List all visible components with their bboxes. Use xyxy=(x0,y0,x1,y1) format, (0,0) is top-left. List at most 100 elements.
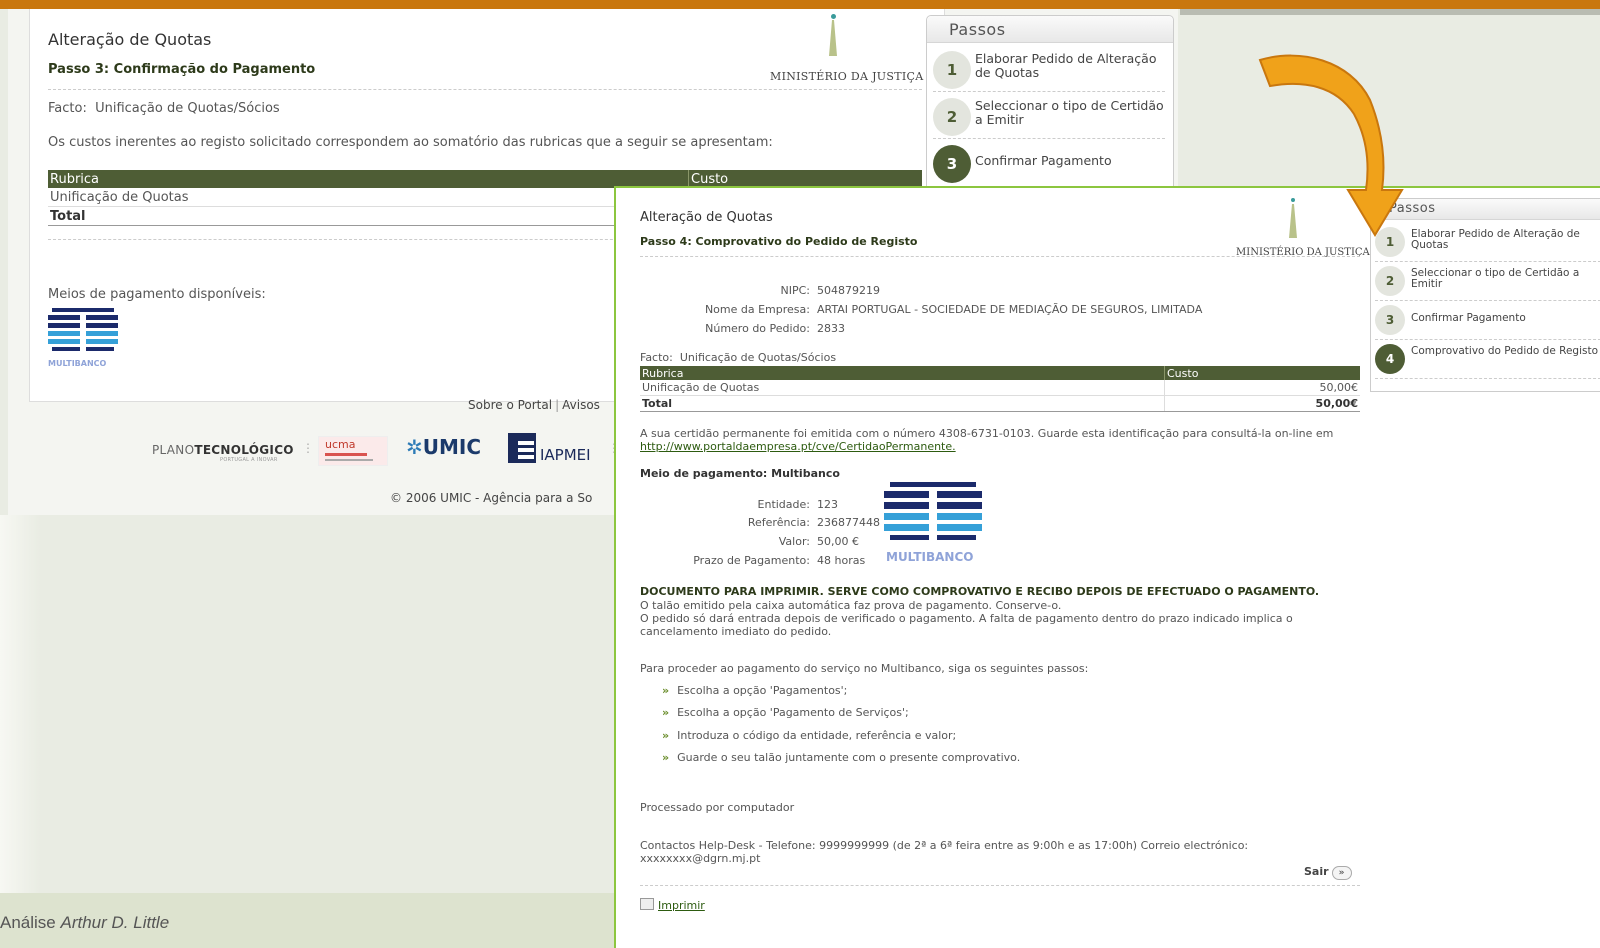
steps-panel-background: Passos 1 Elaborar Pedido de Alteração de… xyxy=(926,15,1174,197)
nipc-label: NIPC: xyxy=(780,284,811,297)
company-row: Nome da Empresa: ARTAI PORTUGAL - SOCIED… xyxy=(640,303,1202,316)
instruction-text: Guarde o seu talão juntamente com o pres… xyxy=(677,750,1021,764)
step-number-active: 4 xyxy=(1375,344,1405,374)
step-number: 1 xyxy=(933,51,971,89)
double-chevron-icon: » xyxy=(662,750,670,764)
facto-value: Unificação de Quotas/Sócios xyxy=(679,351,837,364)
ucma-text: UCMA xyxy=(325,438,356,451)
double-chevron-icon: » xyxy=(662,684,670,697)
table-cell-total: Total xyxy=(640,395,1165,412)
payment-methods-label: Meios de pagamento disponíveis: xyxy=(48,287,266,302)
ministry-pillar-icon xyxy=(829,20,837,56)
step-item-3[interactable]: 3 Confirmar Pagamento xyxy=(933,139,1165,185)
company-label: Nome da Empresa: xyxy=(704,303,810,316)
footer-link-about[interactable]: Sobre o Portal xyxy=(468,398,552,412)
instruction-text: Escolha a opção 'Pagamento de Serviços'; xyxy=(677,706,909,720)
step-item-2[interactable]: 2 Seleccionar o tipo de Certidão a Emiti… xyxy=(1375,262,1600,301)
step-item-2[interactable]: 2 Seleccionar o tipo de Certidão a Emiti… xyxy=(933,92,1165,139)
logo-separator: ⋮ xyxy=(302,441,314,455)
deadline-value: 48 horas xyxy=(817,554,866,567)
table-row: Unificação de Quotas 50,00€ xyxy=(640,380,1360,396)
tecnologico-text: TECNOLÓGICO xyxy=(194,443,294,457)
list-item: » Escolha a opção 'Pagamentos'; xyxy=(662,684,1020,706)
iapmei-text: IAPMEI xyxy=(540,446,591,464)
step-item-1[interactable]: 1 Elaborar Pedido de Alteração de Quotas xyxy=(933,45,1165,92)
top-orange-bar xyxy=(0,0,1600,9)
footer-link-notices[interactable]: Avisos xyxy=(562,398,600,412)
amount-value: 50,00 € xyxy=(817,535,859,548)
plano-tecnologico-logo[interactable]: PLANOTECNOLÓGICO PORTUGAL A INOVAR xyxy=(152,443,294,463)
facto-line: Facto: Unificação de Quotas/Sócios xyxy=(48,101,280,116)
list-item: » Guarde o seu talão juntamente com o pre… xyxy=(662,751,1020,773)
umic-star-icon: ✲ xyxy=(406,435,423,459)
steps-panel-title: Passos xyxy=(949,20,1006,39)
notice-line: O talão emitido pela caixa automática fa… xyxy=(640,599,1062,612)
reference-label: Referência: xyxy=(747,516,810,529)
ucma-logo[interactable]: UCMA xyxy=(318,436,388,466)
step-number: 2 xyxy=(1375,266,1405,296)
request-number-value: 2833 xyxy=(817,322,845,335)
page-title: Alteração de Quotas xyxy=(640,210,773,225)
table-cell: Unificação de Quotas xyxy=(48,188,689,207)
column-header-custo: Custo xyxy=(1164,366,1360,380)
print-label[interactable]: Imprimir xyxy=(658,899,705,912)
ucma-line xyxy=(325,459,373,461)
request-number-label: Número do Pedido: xyxy=(705,322,810,335)
certificate-link[interactable]: http://www.portaldaempresa.pt/cve/Certid… xyxy=(640,440,956,453)
print-link[interactable]: Imprimir xyxy=(640,898,705,912)
double-chevron-right-icon: » xyxy=(1331,866,1352,880)
payment-method-heading: Meio de pagamento: Multibanco xyxy=(640,467,840,480)
slide-caption: Análise Arthur D. Little xyxy=(0,913,169,933)
nipc-row: NIPC: 504879219 xyxy=(640,284,881,297)
list-item: » Escolha a opção 'Pagamento de Serviços'… xyxy=(662,706,1020,728)
table-cell: 50,00€ xyxy=(1164,380,1360,396)
plano-text: PLANO xyxy=(152,443,195,457)
list-item: » Introduza o código da entidade, referên… xyxy=(662,729,1020,751)
exit-button[interactable]: Sair» xyxy=(1304,865,1352,880)
double-chevron-icon: » xyxy=(662,728,670,742)
footer-separator: | xyxy=(555,398,560,412)
entity-label: Entidade: xyxy=(757,498,810,511)
instructions-list: » Escolha a opção 'Pagamentos'; » Escolha … xyxy=(662,684,1020,773)
copyright: © 2006 UMIC - Agência para a So xyxy=(390,491,593,505)
facto-label: Facto: xyxy=(48,101,87,116)
instructions-intro: Para proceder ao pagamento do serviço no… xyxy=(640,662,1089,675)
iapmei-logo[interactable]: IAPMEI xyxy=(508,433,604,467)
certificate-text: A sua certidão permanente foi emitida co… xyxy=(640,427,1370,453)
umic-text: UMIC xyxy=(422,435,482,459)
multibanco-logo-icon[interactable] xyxy=(48,306,118,366)
step-subtitle: Passo 4: Comprovativo do Pedido de Regis… xyxy=(640,235,918,248)
step-number: 3 xyxy=(1375,305,1405,335)
costs-table: Rubrica Custo Unificação de Quotas 50,00… xyxy=(640,366,1360,412)
step-item-3[interactable]: 3 Confirmar Pagamento xyxy=(1375,301,1600,340)
page-title: Alteração de Quotas xyxy=(48,30,212,49)
step-label: Confirmar Pagamento xyxy=(1411,312,1526,324)
partner-logos: PLANOTECNOLÓGICO PORTUGAL A INOVAR ⋮ UCM… xyxy=(152,433,622,469)
instruction-text: Escolha a opção 'Pagamentos'; xyxy=(677,684,848,697)
step-label: Confirmar Pagamento xyxy=(975,153,1112,168)
certificate-message: A sua certidão permanente foi emitida co… xyxy=(640,427,1334,440)
ministry-name: MINISTÉRIO DA JUSTIÇA xyxy=(770,70,924,83)
facto-line: Facto: Unificação de Quotas/Sócios xyxy=(640,351,836,364)
table-row: Total 50,00€ xyxy=(640,395,1360,412)
table-cell: Unificação de Quotas xyxy=(640,380,1165,396)
divider xyxy=(640,256,1360,257)
deadline-label: Prazo de Pagamento: xyxy=(693,554,810,567)
step-number-active: 3 xyxy=(933,145,971,183)
steps-panel-header: Passos xyxy=(927,16,1173,43)
instruction-text: Introduza o código da entidade, referênc… xyxy=(677,728,957,742)
deadline-row: Prazo de Pagamento: 48 horas xyxy=(640,554,865,567)
step-label: Elaborar Pedido de Alteração de Quotas xyxy=(1411,228,1580,251)
background-fade xyxy=(0,515,40,915)
umic-logo[interactable]: ✲UMIC xyxy=(406,435,481,459)
step-item-4[interactable]: 4 Comprovativo do Pedido de Registo xyxy=(1375,340,1600,379)
double-chevron-icon: » xyxy=(662,706,670,720)
caption-prefix: Análise xyxy=(0,913,56,932)
table-cell-total: 50,00€ xyxy=(1164,395,1360,412)
facto-value: Unificação de Quotas/Sócios xyxy=(95,101,280,116)
ucma-bar xyxy=(325,453,367,456)
step-label: Elaborar Pedido de Alteração de Quotas xyxy=(975,51,1157,80)
divider xyxy=(48,239,648,240)
step-label: Comprovativo do Pedido de Registo xyxy=(1411,345,1599,357)
facto-label: Facto: xyxy=(640,351,673,364)
